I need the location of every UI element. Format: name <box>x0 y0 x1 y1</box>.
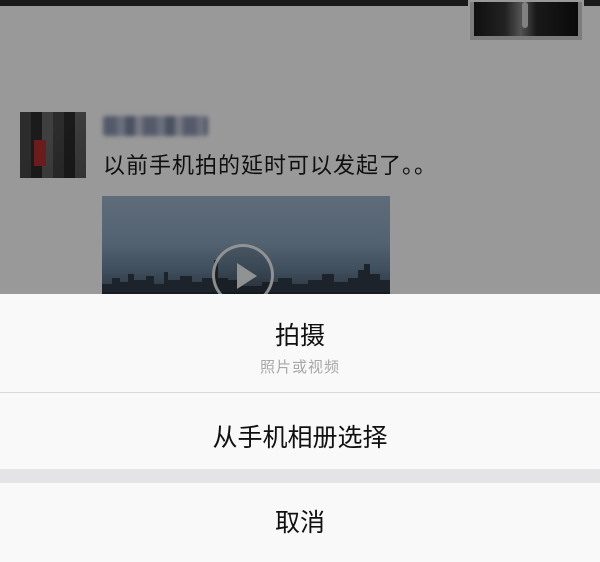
section-gap <box>0 469 600 483</box>
choose-from-album-label: 从手机相册选择 <box>212 423 388 452</box>
shoot-option-sublabel: 照片或视频 <box>259 358 340 376</box>
cancel-button[interactable]: 取消 <box>0 483 600 562</box>
action-sheet: 拍摄 照片或视频 从手机相册选择 取消 <box>0 294 600 562</box>
cancel-label: 取消 <box>274 508 325 537</box>
shoot-option[interactable]: 拍摄 照片或视频 <box>0 294 600 392</box>
shoot-option-label: 拍摄 <box>274 321 325 350</box>
choose-from-album-option[interactable]: 从手机相册选择 <box>0 393 600 469</box>
